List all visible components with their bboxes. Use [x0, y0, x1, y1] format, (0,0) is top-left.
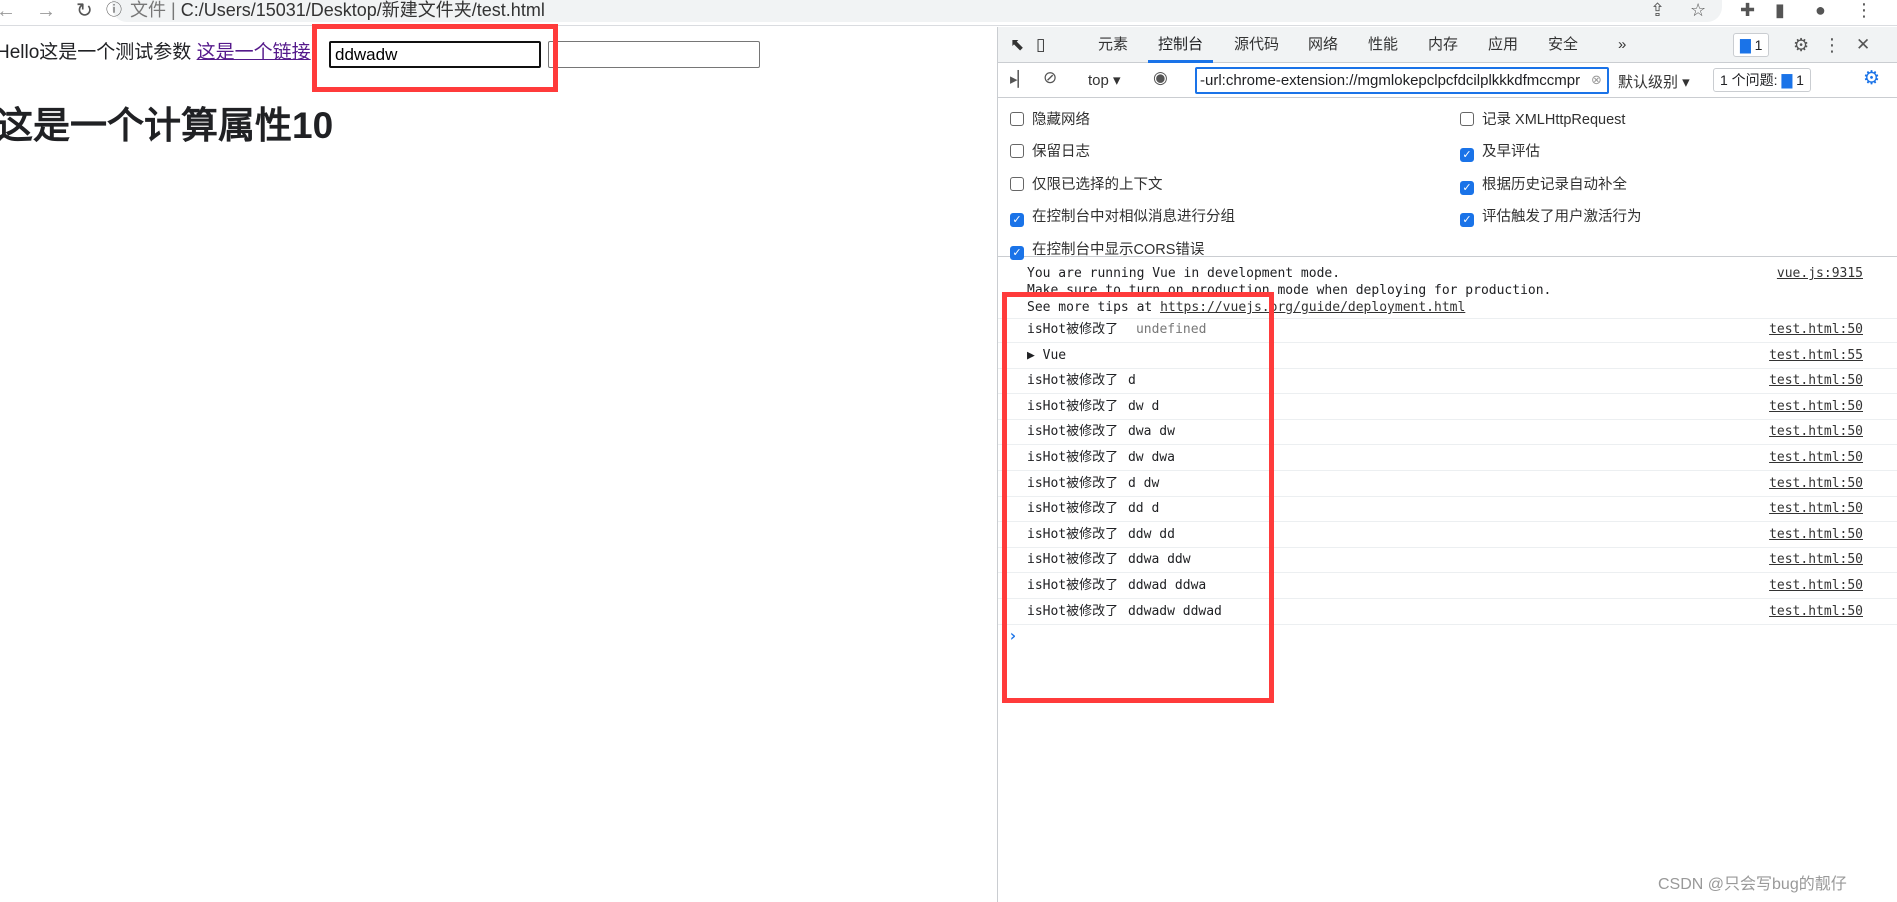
eye-icon[interactable]: ◉ — [1153, 68, 1168, 88]
share-icon[interactable]: ⇪ — [1650, 0, 1665, 20]
checkbox[interactable]: ✓ — [1460, 213, 1474, 227]
forward-icon[interactable]: → — [36, 0, 56, 22]
issues-badge[interactable]: ▇ 1 — [1733, 33, 1770, 57]
tab-memory[interactable]: 内存 — [1428, 27, 1458, 63]
source-link[interactable]: test.html:50 — [1769, 471, 1863, 496]
source-link[interactable]: test.html:50 — [1769, 496, 1863, 521]
sidepanel-icon[interactable]: ▮ — [1775, 0, 1785, 20]
avatar[interactable]: ● — [1815, 0, 1826, 20]
back-icon[interactable]: ← — [0, 0, 16, 22]
extensions-icon[interactable]: ✚ — [1740, 0, 1755, 20]
tab-application[interactable]: 应用 — [1488, 27, 1518, 63]
checkbox[interactable]: ✓ — [1460, 148, 1474, 162]
source-link[interactable]: test.html:50 — [1769, 419, 1863, 444]
computed-heading: 这是一个计算属性10 — [0, 105, 334, 146]
setting-option[interactable]: ✓ 在控制台中显示CORS错误 — [1010, 241, 1204, 260]
more-options-icon[interactable]: ⋮ — [1823, 27, 1841, 63]
context-selector[interactable]: top ▾ — [1088, 71, 1121, 89]
source-link[interactable]: vue.js:9315 — [1777, 265, 1863, 282]
clear-filter-icon[interactable]: ⊗ — [1591, 72, 1602, 88]
setting-option[interactable]: 隐藏网络 — [1010, 111, 1090, 129]
checkbox[interactable] — [1460, 112, 1474, 126]
tab-elements[interactable]: 元素 — [1098, 27, 1128, 63]
annotation-box-console — [1002, 292, 1274, 703]
setting-option[interactable]: ✓ 评估触发了用户激活行为 — [1460, 208, 1642, 227]
checkbox[interactable]: ✓ — [1010, 246, 1024, 260]
tab-performance[interactable]: 性能 — [1368, 27, 1398, 63]
console-settings-icon[interactable]: ⚙ — [1863, 67, 1880, 90]
star-icon[interactable]: ☆ — [1690, 0, 1706, 20]
test-link[interactable]: 这是一个链接 — [197, 42, 311, 63]
watermark: CSDN @只会写bug的靓仔 — [1658, 876, 1847, 893]
source-link[interactable]: test.html:50 — [1769, 522, 1863, 547]
more-tabs-button[interactable]: » — [1618, 27, 1626, 63]
checkbox[interactable] — [1010, 144, 1024, 158]
source-link[interactable]: test.html:50 — [1769, 317, 1863, 342]
checkbox[interactable]: ✓ — [1010, 213, 1024, 227]
checkbox[interactable] — [1010, 112, 1024, 126]
page-content: Hello这是一个测试参数 这是一个链接 这是一个计算属性10 — [0, 27, 997, 902]
url-text[interactable]: 文件 | C:/Users/15031/Desktop/新建文件夹/test.h… — [130, 0, 545, 20]
source-link[interactable]: test.html:50 — [1769, 445, 1863, 470]
tab-security[interactable]: 安全 — [1548, 27, 1578, 63]
device-toggle-icon[interactable]: ▯ — [1036, 27, 1045, 63]
close-icon[interactable]: ✕ — [1856, 27, 1870, 63]
setting-option[interactable]: 保留日志 — [1010, 143, 1090, 161]
setting-option[interactable]: ✓ 及早评估 — [1460, 143, 1540, 162]
devtools-tabs: ⬉ ▯ 元素 控制台 源代码 网络 性能 内存 应用 安全 » ▇ 1 ⚙ ⋮ … — [998, 27, 1897, 63]
text-input-2[interactable] — [548, 41, 760, 68]
hello-text: Hello这是一个测试参数 这是一个链接 — [0, 42, 311, 63]
annotation-box-input — [312, 24, 558, 92]
issues-button[interactable]: 1 个问题: ▇ 1 — [1713, 68, 1811, 92]
source-link[interactable]: test.html:50 — [1769, 547, 1863, 572]
inspect-icon[interactable]: ⬉ — [1010, 27, 1024, 63]
log-level-dropdown[interactable]: 默认级别 ▾ — [1618, 71, 1690, 92]
clear-console-icon[interactable]: ⊘ — [1043, 68, 1057, 88]
tab-sources[interactable]: 源代码 — [1234, 27, 1279, 63]
sidebar-toggle-icon[interactable]: ▸▏ — [1010, 70, 1029, 88]
source-link[interactable]: test.html:50 — [1769, 599, 1863, 624]
setting-option[interactable]: ✓ 根据历史记录自动补全 — [1460, 176, 1627, 195]
tab-console[interactable]: 控制台 — [1148, 27, 1214, 63]
source-link[interactable]: test.html:55 — [1769, 343, 1863, 368]
setting-option[interactable]: 仅限已选择的上下文 — [1010, 176, 1163, 194]
message-icon: ▇ — [1740, 37, 1751, 53]
source-link[interactable]: test.html:50 — [1769, 573, 1863, 598]
message-icon: ▇ — [1781, 72, 1793, 88]
console-settings: 隐藏网络保留日志仅限已选择的上下文 ✓ 在控制台中对相似消息进行分组 ✓ 在控制台中显示… — [998, 99, 1897, 260]
reload-icon[interactable]: ↻ — [76, 0, 93, 22]
source-link[interactable]: test.html:50 — [1769, 394, 1863, 419]
console-toolbar: ▸▏ ⊘ top ▾ ◉ -url:chrome-extension://mgm… — [998, 64, 1897, 98]
filter-input[interactable]: -url:chrome-extension://mgmlokepclpcfdci… — [1195, 67, 1609, 94]
checkbox[interactable] — [1010, 177, 1024, 191]
setting-option[interactable]: ✓ 在控制台中对相似消息进行分组 — [1010, 208, 1235, 227]
info-icon: ⓘ — [106, 2, 123, 19]
menu-icon[interactable]: ⋮ — [1855, 0, 1873, 20]
tab-network[interactable]: 网络 — [1308, 27, 1338, 63]
checkbox[interactable]: ✓ — [1460, 181, 1474, 195]
settings-gear-icon[interactable]: ⚙ — [1793, 27, 1809, 63]
source-link[interactable]: test.html:50 — [1769, 368, 1863, 393]
browser-toolbar: ← → ↻ ⓘ 文件 | C:/Users/15031/Desktop/新建文件… — [0, 0, 1897, 26]
setting-option[interactable]: 记录 XMLHttpRequest — [1460, 111, 1625, 129]
